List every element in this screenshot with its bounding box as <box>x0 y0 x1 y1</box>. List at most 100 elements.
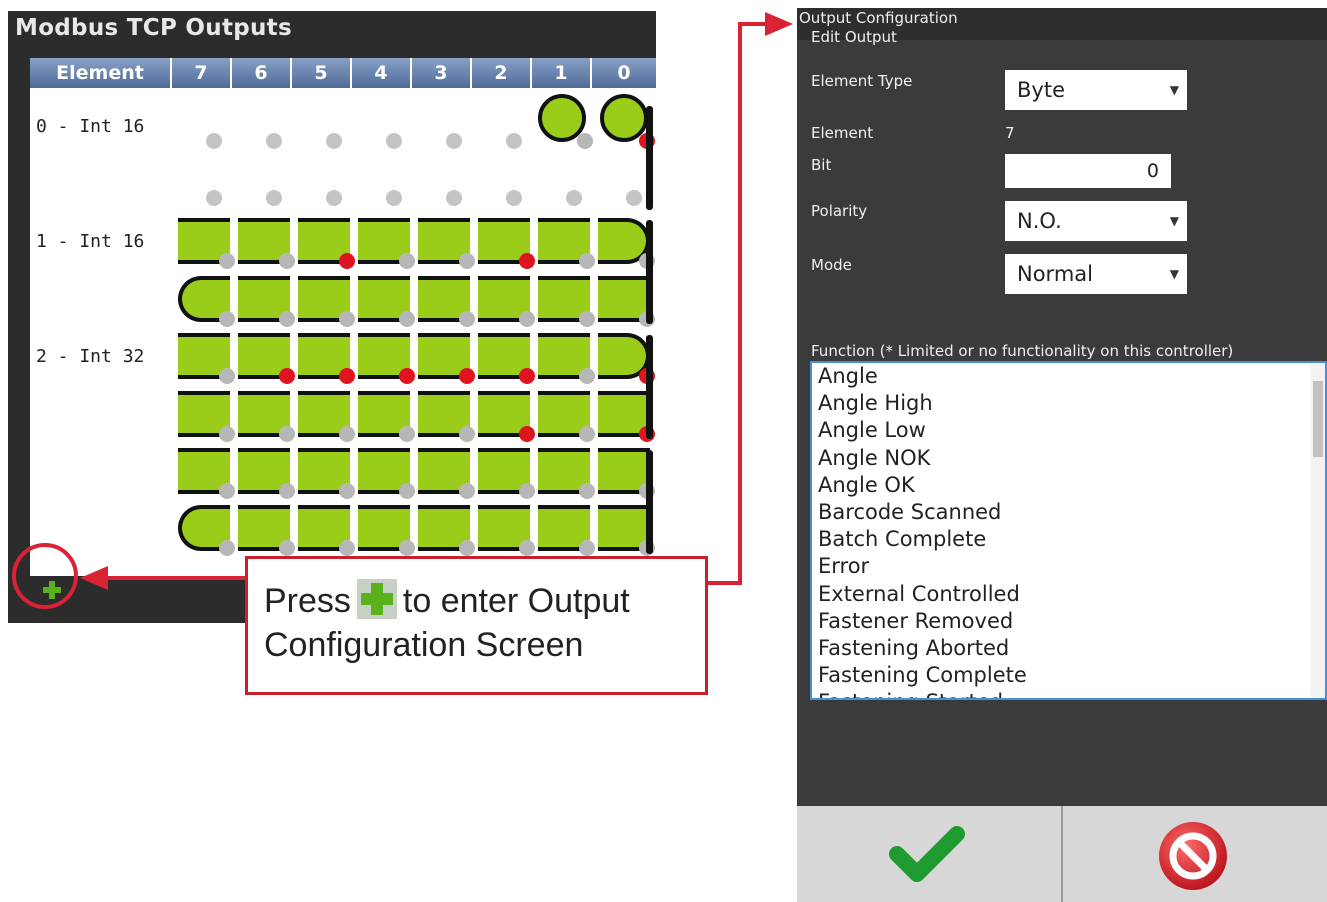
bit-cell[interactable] <box>358 218 415 269</box>
bit-cell[interactable] <box>598 333 655 384</box>
bit-cell[interactable] <box>298 505 355 556</box>
bit-cell[interactable] <box>478 505 535 556</box>
element-type-value: Byte <box>1017 78 1065 102</box>
function-item[interactable]: Batch Complete <box>812 526 1325 553</box>
bit-cell[interactable] <box>418 276 475 327</box>
bit-cell[interactable] <box>298 333 355 384</box>
bit-indicator[interactable] <box>326 133 342 149</box>
function-item[interactable]: External Controlled <box>812 581 1325 608</box>
bit-cell[interactable] <box>358 391 415 442</box>
bit-cell[interactable] <box>298 448 355 499</box>
bit-indicator[interactable] <box>266 190 282 206</box>
bit-indicator[interactable] <box>446 190 462 206</box>
bit-cell[interactable] <box>298 218 355 269</box>
scrollbar-thumb[interactable] <box>1313 381 1323 457</box>
confirm-button[interactable] <box>797 806 1063 902</box>
bit-indicator[interactable] <box>386 190 402 206</box>
bit-cell[interactable] <box>478 333 535 384</box>
function-item[interactable]: Fastener Removed <box>812 608 1325 635</box>
bit-indicator[interactable] <box>506 190 522 206</box>
bit-cell[interactable] <box>478 448 535 499</box>
bit-cell[interactable] <box>238 276 295 327</box>
bit-indicator[interactable] <box>566 190 582 206</box>
bit-cell[interactable] <box>238 218 295 269</box>
bit-cell[interactable] <box>478 276 535 327</box>
bit-cell[interactable] <box>538 276 595 327</box>
bit-cell[interactable] <box>478 391 535 442</box>
bit-cell[interactable] <box>538 448 595 499</box>
function-listbox[interactable]: Angle Angle High Angle Low Angle NOK Ang… <box>810 361 1327 700</box>
bit-indicator[interactable] <box>266 133 282 149</box>
bit-cell[interactable] <box>418 505 475 556</box>
bit-cell[interactable] <box>598 218 655 269</box>
mode-select[interactable]: Normal ▼ <box>1005 254 1187 294</box>
bit-cell[interactable] <box>418 391 475 442</box>
plus-icon <box>356 579 397 619</box>
function-label: Function (* Limited or no functionality … <box>811 342 1234 360</box>
modbus-outputs-panel: Modbus TCP Outputs Element 7 6 5 4 3 2 1… <box>8 11 656 623</box>
function-item[interactable]: Barcode Scanned <box>812 499 1325 526</box>
mode-value: Normal <box>1017 262 1093 286</box>
bit-cell[interactable] <box>178 391 235 442</box>
bit-cell[interactable] <box>238 333 295 384</box>
bit-cell[interactable] <box>358 276 415 327</box>
bit-cell[interactable] <box>358 505 415 556</box>
bit-cell[interactable] <box>298 276 355 327</box>
bit-cell[interactable] <box>418 333 475 384</box>
bit-cell[interactable] <box>418 448 475 499</box>
bit-indicator[interactable] <box>446 133 462 149</box>
function-item[interactable]: Angle <box>812 363 1325 390</box>
bit-cell[interactable] <box>238 448 295 499</box>
function-item[interactable]: Angle Low <box>812 417 1325 444</box>
bit-indicator[interactable] <box>386 133 402 149</box>
bit-cell[interactable] <box>238 391 295 442</box>
bit-cell[interactable] <box>178 448 235 499</box>
function-item[interactable]: Fastening Complete <box>812 662 1325 689</box>
function-item[interactable]: Angle High <box>812 390 1325 417</box>
bit-indicator[interactable] <box>326 190 342 206</box>
function-item[interactable]: Fastening Started <box>812 689 1325 698</box>
element-divider <box>646 106 653 210</box>
bit-cell[interactable] <box>178 276 235 327</box>
dialog-subtitle: Edit Output <box>811 28 897 46</box>
bit-cell[interactable] <box>358 333 415 384</box>
function-item[interactable]: Angle NOK <box>812 445 1325 472</box>
bit-active-indicator[interactable] <box>600 94 655 149</box>
function-item[interactable]: Error <box>812 553 1325 580</box>
bit-indicator[interactable] <box>506 133 522 149</box>
cancel-button[interactable] <box>1065 806 1327 902</box>
bit-cell[interactable] <box>178 218 235 269</box>
bit-cell[interactable] <box>598 276 655 327</box>
bit-grid: Element 7 6 5 4 3 2 1 0 0 - Int 16 1 - I… <box>30 58 656 576</box>
bit-cell[interactable] <box>538 391 595 442</box>
function-scrollbar[interactable] <box>1311 363 1325 698</box>
bit-cell[interactable] <box>538 505 595 556</box>
polarity-label: Polarity <box>811 202 868 220</box>
bit-active-indicator[interactable] <box>538 94 593 149</box>
dropdown-arrow-icon: ▼ <box>1169 214 1179 228</box>
bit-indicator[interactable] <box>206 190 222 206</box>
bit-cell[interactable] <box>238 505 295 556</box>
polarity-select[interactable]: N.O. ▼ <box>1005 201 1187 241</box>
bit-cell[interactable] <box>478 218 535 269</box>
element-divider <box>646 220 653 324</box>
bit-cell[interactable] <box>598 505 655 556</box>
bit-indicator[interactable] <box>626 190 642 206</box>
bit-cell[interactable] <box>178 505 235 556</box>
bit-cell[interactable] <box>538 218 595 269</box>
bit-cell[interactable] <box>298 391 355 442</box>
instruction-callout: Press to enter Output Configuration Scree… <box>245 556 708 695</box>
bit-cell[interactable] <box>538 333 595 384</box>
bit-cell[interactable] <box>358 448 415 499</box>
bit-input[interactable]: 0 <box>1005 154 1171 188</box>
element-type-select[interactable]: Byte ▼ <box>1005 70 1187 110</box>
element-value: 7 <box>1005 124 1015 142</box>
bit-cell[interactable] <box>418 218 475 269</box>
function-item[interactable]: Fastening Aborted <box>812 635 1325 662</box>
bit-cell[interactable] <box>598 391 655 442</box>
grid-body <box>30 58 656 576</box>
bit-cell[interactable] <box>598 448 655 499</box>
bit-cell[interactable] <box>178 333 235 384</box>
function-item[interactable]: Angle OK <box>812 472 1325 499</box>
bit-indicator[interactable] <box>206 133 222 149</box>
